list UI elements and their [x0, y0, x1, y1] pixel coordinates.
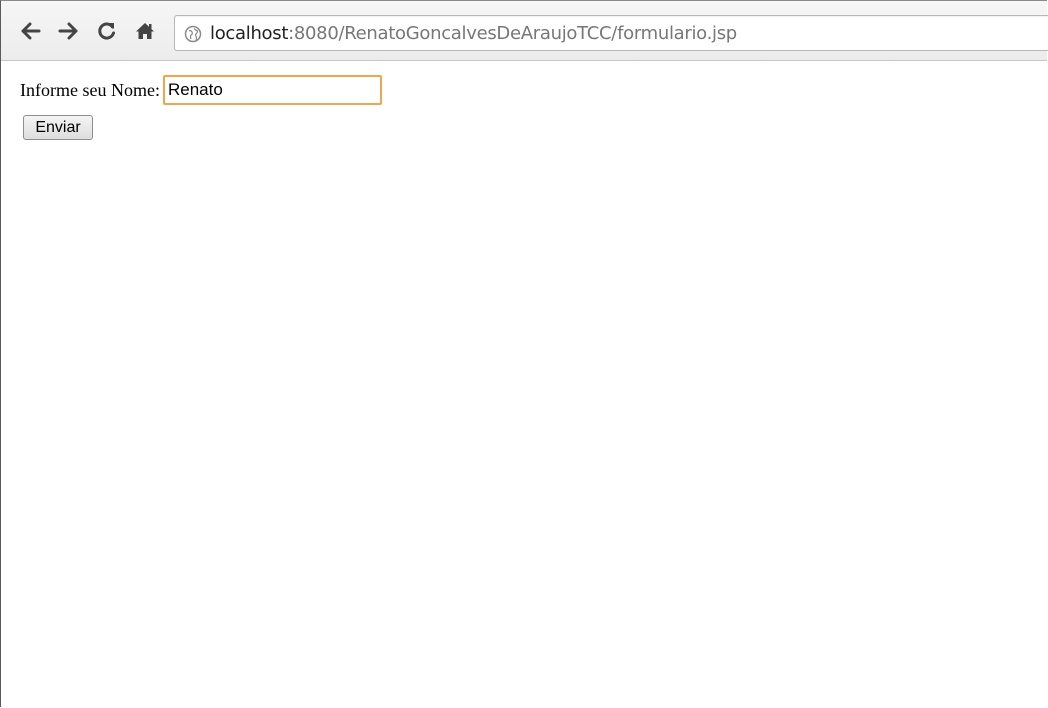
name-input[interactable] — [162, 75, 382, 105]
name-label: Informe seu Nome: — [20, 79, 160, 100]
reload-icon — [98, 22, 115, 40]
address-bar[interactable]: localhost:8080/RenatoGoncalvesDeAraujoTC… — [174, 15, 1048, 51]
url-host: localhost — [210, 23, 289, 44]
submit-button[interactable]: Enviar — [23, 115, 93, 140]
globe-icon — [184, 25, 202, 43]
browser-toolbar: localhost:8080/RenatoGoncalvesDeAraujoTC… — [1, 1, 1048, 61]
arrow-left-icon — [21, 22, 41, 40]
home-icon — [136, 23, 154, 39]
arrow-right-icon — [58, 22, 78, 40]
name-form-row: Informe seu Nome: — [20, 75, 382, 105]
reload-button[interactable] — [95, 19, 119, 43]
home-button[interactable] — [133, 19, 157, 43]
url-text: localhost:8080/RenatoGoncalvesDeAraujoTC… — [210, 23, 737, 45]
browser-window: localhost:8080/RenatoGoncalvesDeAraujoTC… — [0, 0, 1048, 708]
forward-button[interactable] — [56, 19, 80, 43]
page-content: Informe seu Nome: Enviar — [1, 61, 1047, 708]
url-path: :8080/RenatoGoncalvesDeAraujoTCC/formula… — [288, 23, 737, 44]
back-button[interactable] — [19, 19, 43, 43]
